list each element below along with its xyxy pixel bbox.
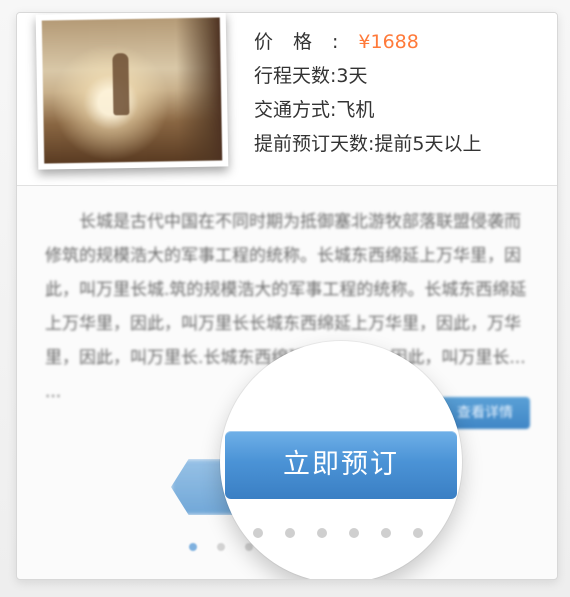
photo-person-silhouette bbox=[112, 53, 130, 116]
pager-dot[interactable] bbox=[285, 528, 295, 538]
magnifier-lens: 立即预订 bbox=[220, 341, 462, 579]
price-value: ¥1688 bbox=[358, 31, 419, 53]
pager-dot[interactable] bbox=[349, 528, 359, 538]
pager-dot[interactable] bbox=[317, 528, 327, 538]
photo-tree-silhouette bbox=[175, 17, 223, 162]
pager-dot[interactable] bbox=[217, 543, 225, 551]
trip-info: 价格:¥1688 行程天数:3天 交通方式:飞机 提前预订天数:提前5天以上 bbox=[254, 25, 544, 161]
pager-dot-active[interactable] bbox=[189, 543, 197, 551]
advance-booking-row: 提前预订天数:提前5天以上 bbox=[254, 133, 482, 155]
book-now-button[interactable]: 立即预订 bbox=[225, 431, 457, 499]
trip-header: 价格:¥1688 行程天数:3天 交通方式:飞机 提前预订天数:提前5天以上 bbox=[17, 13, 557, 186]
pager-dot[interactable] bbox=[253, 528, 263, 538]
trip-photo bbox=[35, 13, 229, 170]
pager-dot[interactable] bbox=[381, 528, 391, 538]
magnified-pager bbox=[253, 528, 443, 540]
trip-card: 价格:¥1688 行程天数:3天 交通方式:飞机 提前预订天数:提前5天以上 长… bbox=[16, 12, 558, 580]
transport-row: 交通方式:飞机 bbox=[254, 99, 375, 121]
trip-photo-image bbox=[41, 17, 223, 164]
screen: 价格:¥1688 行程天数:3天 交通方式:飞机 提前预订天数:提前5天以上 长… bbox=[0, 0, 570, 597]
price-row: 价格:¥1688 bbox=[254, 25, 544, 59]
pager-dot[interactable] bbox=[413, 528, 423, 538]
duration-row: 行程天数:3天 bbox=[254, 65, 368, 87]
price-label: 价格: bbox=[254, 31, 359, 53]
